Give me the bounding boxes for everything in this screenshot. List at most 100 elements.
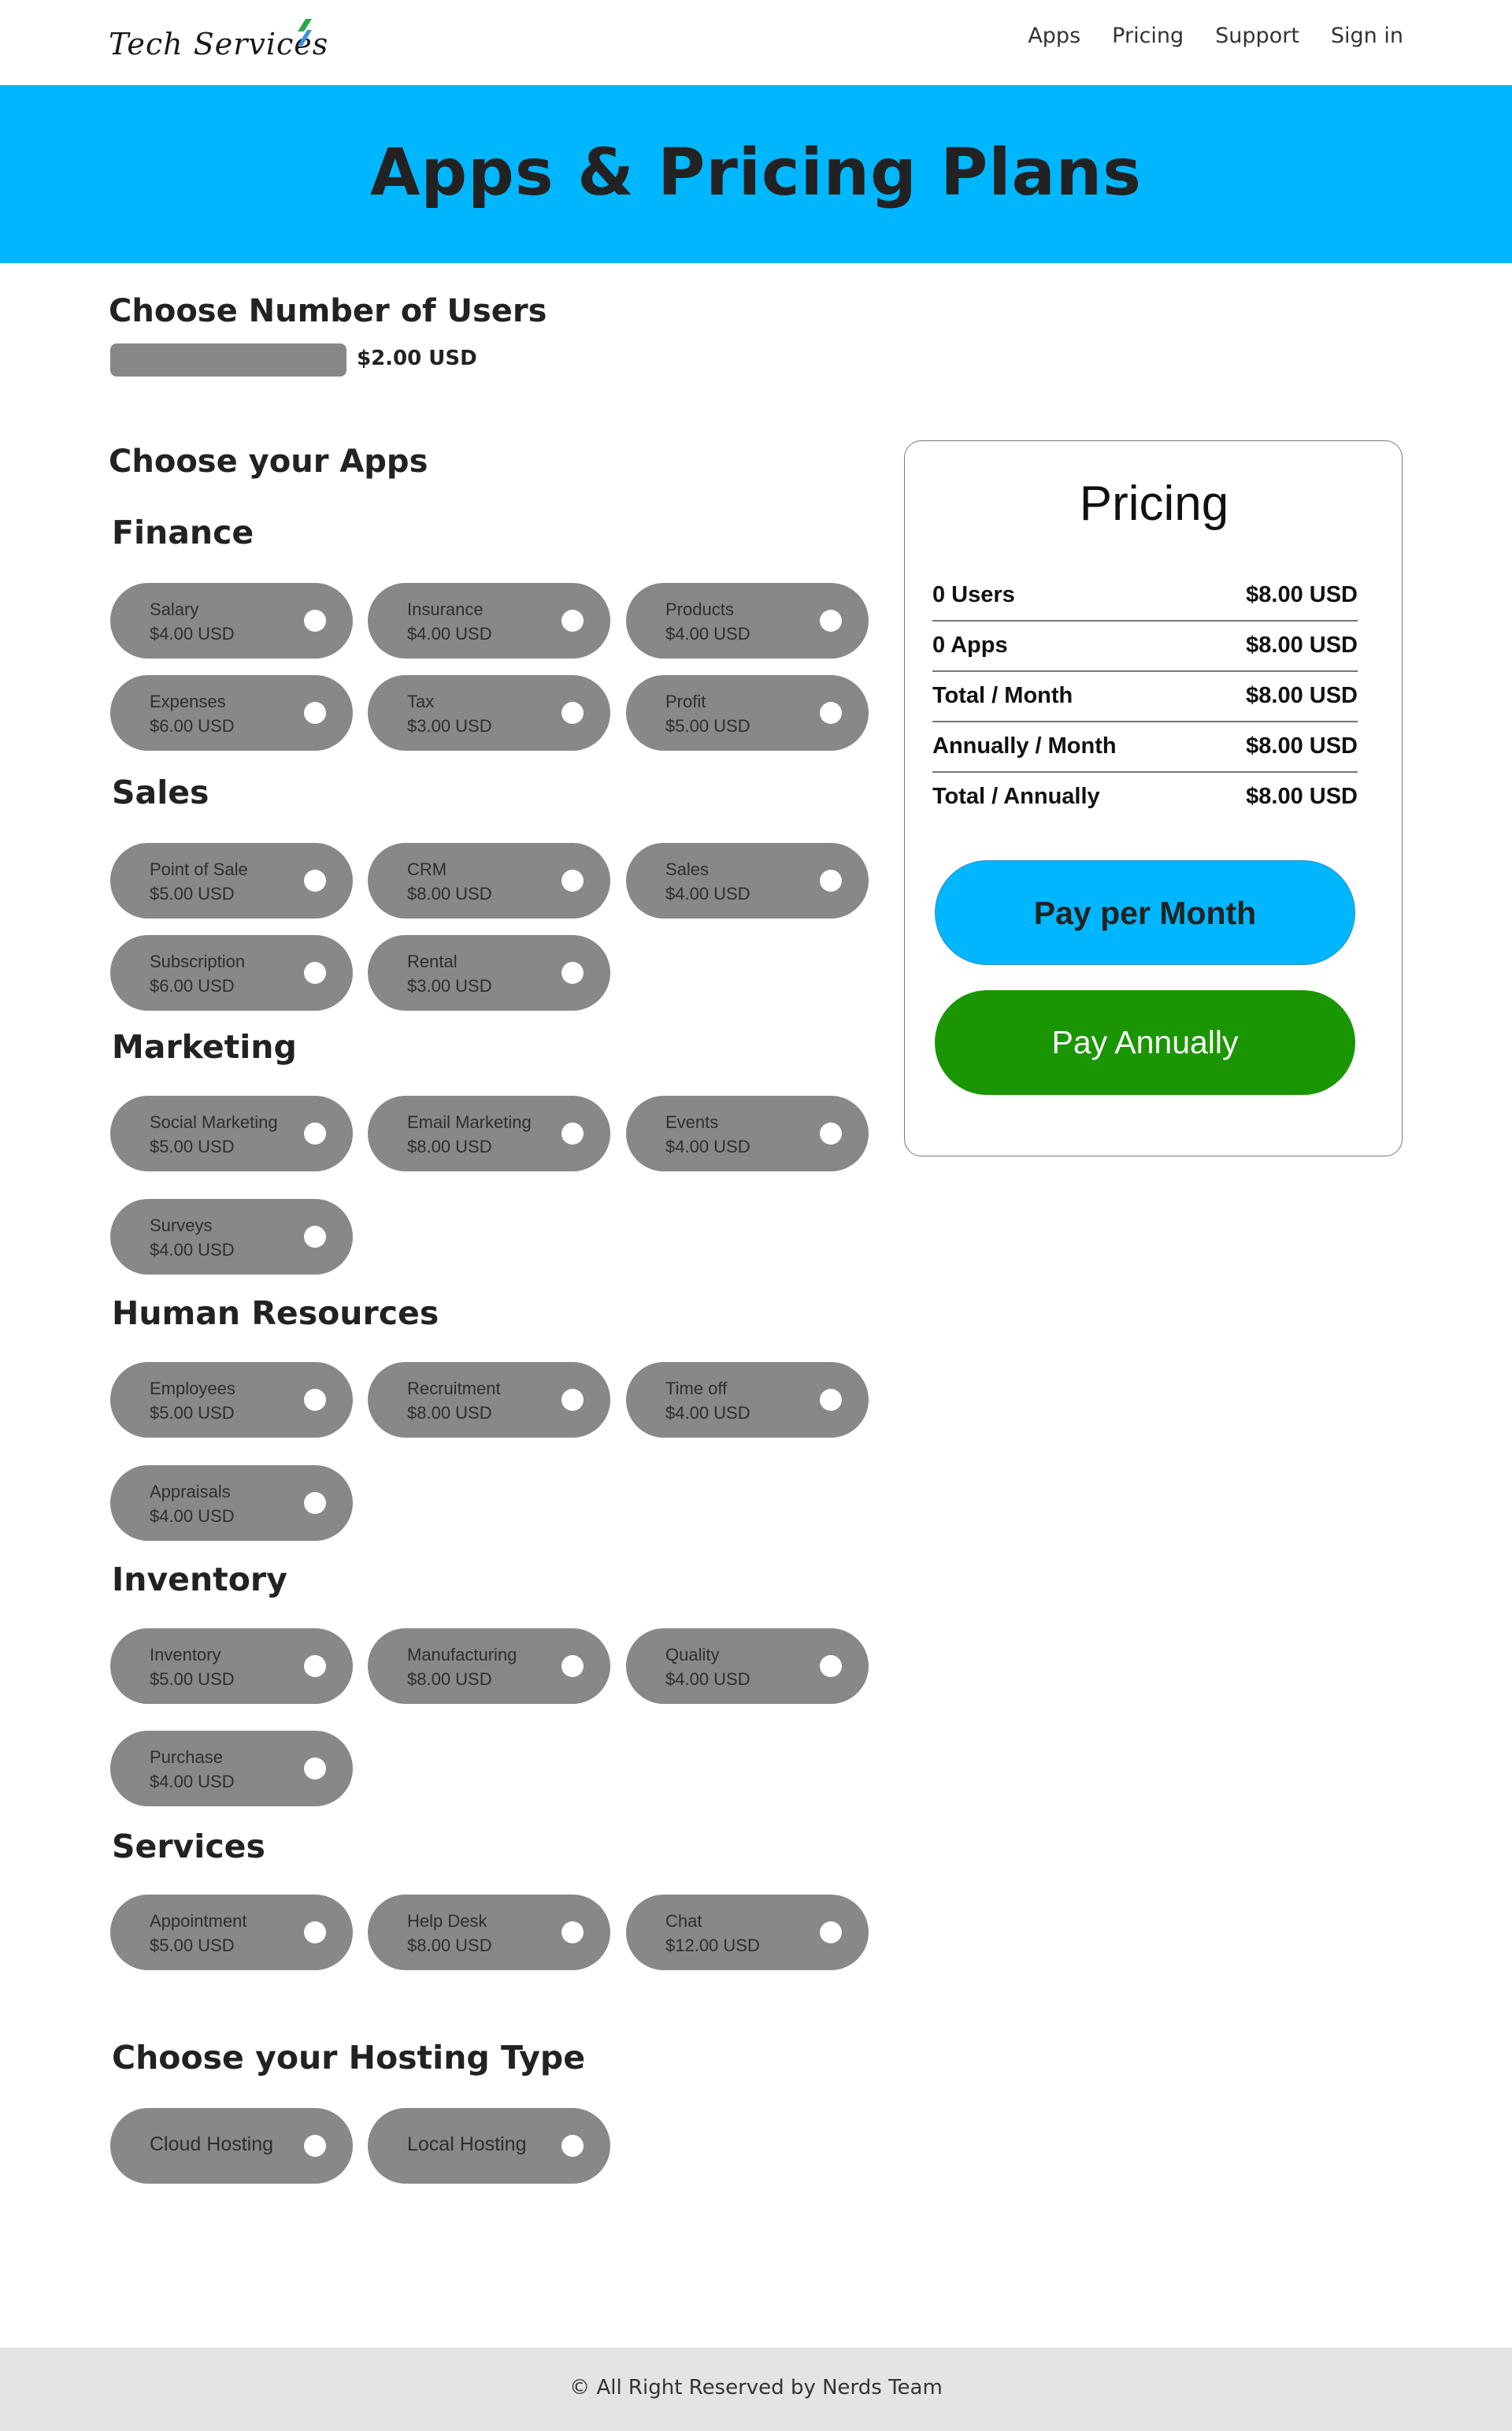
app-price: $4.00 USD (665, 884, 750, 904)
nav-link-sign-in[interactable]: Sign in (1331, 24, 1403, 48)
pricing-row-users: 0 Users $8.00 USD (932, 571, 1358, 622)
app-toggle-purchase[interactable]: Purchase $4.00 USD (110, 1731, 353, 1806)
app-toggle-email-marketing[interactable]: Email Marketing $8.00 USD (368, 1096, 610, 1171)
pay-annually-button[interactable]: Pay Annually (935, 990, 1355, 1095)
category-heading-human-resources: Human Resources (112, 1294, 439, 1332)
toggle-knob (820, 1921, 842, 1943)
pricing-row-value: $8.00 USD (1246, 582, 1358, 607)
pricing-row-apps: 0 Apps $8.00 USD (932, 622, 1358, 672)
app-toggle-quality[interactable]: Quality $4.00 USD (626, 1628, 869, 1704)
app-toggle-sales[interactable]: Sales $4.00 USD (626, 843, 869, 919)
nav-link-support[interactable]: Support (1215, 24, 1299, 48)
pricing-row-value: $8.00 USD (1246, 733, 1358, 759)
hosting-heading: Choose your Hosting Type (112, 2039, 586, 2077)
app-toggle-subscription[interactable]: Subscription $6.00 USD (110, 935, 353, 1011)
app-price: $8.00 USD (407, 1936, 492, 1955)
toggle-knob (561, 702, 584, 724)
navbar: Tech Services Apps Pricing Support Sign … (0, 0, 1512, 85)
app-price: $8.00 USD (407, 1403, 492, 1423)
app-toggle-social-marketing[interactable]: Social Marketing $5.00 USD (110, 1096, 353, 1171)
app-name: Profit (665, 692, 706, 711)
app-price: $5.00 USD (150, 1669, 235, 1689)
toggle-knob (561, 2135, 584, 2157)
app-toggle-appointment[interactable]: Appointment $5.00 USD (110, 1895, 353, 1970)
app-toggle-crm[interactable]: CRM $8.00 USD (368, 843, 610, 919)
app-price: $3.00 USD (407, 716, 492, 736)
toggle-knob (304, 1921, 326, 1943)
app-toggle-recruitment[interactable]: Recruitment $8.00 USD (368, 1362, 610, 1438)
toggle-knob (304, 1389, 326, 1411)
app-toggle-salary[interactable]: Salary $4.00 USD (110, 583, 353, 659)
app-name: Subscription (150, 952, 246, 971)
app-name: Sales (665, 859, 710, 879)
app-toggle-tax[interactable]: Tax $3.00 USD (368, 675, 610, 751)
toggle-knob (304, 962, 326, 984)
toggle-knob (561, 1389, 584, 1411)
app-toggle-insurance[interactable]: Insurance $4.00 USD (368, 583, 610, 659)
users-slider[interactable] (110, 343, 346, 377)
copyright-icon: © (569, 2376, 591, 2399)
nav-link-apps[interactable]: Apps (1028, 24, 1080, 48)
app-toggle-surveys[interactable]: Surveys $4.00 USD (110, 1199, 353, 1275)
app-toggle-profit[interactable]: Profit $5.00 USD (626, 675, 869, 751)
app-price: $3.00 USD (407, 976, 492, 996)
app-toggle-point-of-sale[interactable]: Point of Sale $5.00 USD (110, 843, 353, 919)
pricing-title: Pricing (1079, 477, 1229, 531)
toggle-knob (820, 1389, 842, 1411)
pay-per-month-button[interactable]: Pay per Month (935, 860, 1355, 965)
pricing-row-annually-month: Annually / Month $8.00 USD (932, 722, 1358, 773)
toggle-knob (561, 870, 584, 892)
app-toggle-time-off[interactable]: Time off $4.00 USD (626, 1362, 869, 1438)
hosting-option-label: Local Hosting (407, 2133, 527, 2155)
hosting-option-local[interactable]: Local Hosting (368, 2108, 610, 2184)
hosting-option-cloud[interactable]: Cloud Hosting (110, 2108, 353, 2184)
app-name: Expenses (150, 692, 226, 711)
users-heading: Choose Number of Users (109, 293, 547, 329)
app-price: $4.00 USD (150, 1506, 235, 1526)
app-name: Employees (150, 1379, 235, 1398)
footer-text: © All Right Reserved by Nerds Team (0, 2376, 1512, 2399)
app-toggle-chat[interactable]: Chat $12.00 USD (626, 1895, 869, 1970)
app-price: $4.00 USD (665, 624, 750, 644)
app-toggle-help-desk[interactable]: Help Desk $8.00 USD (368, 1895, 610, 1970)
footer: © All Right Reserved by Nerds Team (0, 2347, 1512, 2431)
app-name: Inventory (150, 1645, 221, 1665)
toggle-knob (304, 702, 326, 724)
app-toggle-employees[interactable]: Employees $5.00 USD (110, 1362, 353, 1438)
footer-copyright: All Right Reserved by Nerds Team (596, 2376, 943, 2399)
app-price: $6.00 USD (150, 716, 235, 736)
app-name: Help Desk (407, 1911, 487, 1931)
hosting-option-label: Cloud Hosting (150, 2133, 274, 2155)
pricing-row-total-month: Total / Month $8.00 USD (932, 672, 1358, 722)
app-name: Purchase (150, 1747, 223, 1767)
toggle-knob (304, 870, 326, 892)
app-price: $6.00 USD (150, 976, 235, 996)
app-name: Point of Sale (150, 859, 248, 879)
apps-heading: Choose your Apps (109, 444, 428, 480)
toggle-knob (561, 962, 584, 984)
app-toggle-events[interactable]: Events $4.00 USD (626, 1096, 869, 1171)
app-name: Appointment (150, 1911, 247, 1931)
app-toggle-appraisals[interactable]: Appraisals $4.00 USD (110, 1465, 353, 1541)
toggle-knob (820, 1655, 842, 1677)
app-price: $4.00 USD (665, 1403, 750, 1423)
pricing-row-value: $8.00 USD (1246, 683, 1358, 708)
pricing-row-label: 0 Apps (932, 633, 1008, 658)
app-toggle-products[interactable]: Products $4.00 USD (626, 583, 869, 659)
app-price: $5.00 USD (665, 716, 750, 736)
app-toggle-expenses[interactable]: Expenses $6.00 USD (110, 675, 353, 751)
app-name: Email Marketing (407, 1112, 532, 1132)
app-price: $5.00 USD (150, 884, 235, 904)
app-price: $8.00 USD (407, 1137, 492, 1156)
toggle-knob (304, 610, 326, 632)
app-name: Products (665, 599, 734, 619)
app-toggle-rental[interactable]: Rental $3.00 USD (368, 935, 610, 1011)
pricing-row-value: $8.00 USD (1246, 633, 1358, 658)
app-name: Time off (665, 1379, 728, 1398)
nav-link-pricing[interactable]: Pricing (1112, 24, 1184, 48)
toggle-knob (304, 1123, 326, 1145)
app-toggle-manufacturing[interactable]: Manufacturing $8.00 USD (368, 1628, 610, 1704)
toggle-knob (820, 702, 842, 724)
app-toggle-inventory[interactable]: Inventory $5.00 USD (110, 1628, 353, 1704)
app-price: $4.00 USD (665, 1669, 750, 1689)
